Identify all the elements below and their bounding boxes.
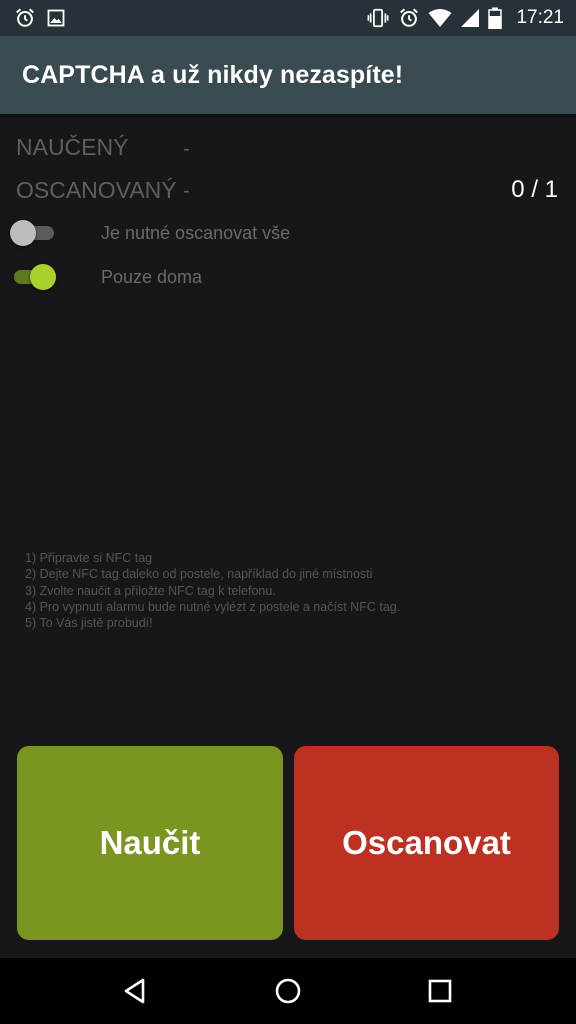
switch-thumb: [10, 220, 36, 246]
screen: 17:21 CAPTCHA a už nikdy nezaspíte! NAUČ…: [0, 0, 576, 1024]
home-icon: [275, 978, 301, 1004]
instruction-line: 5) To Vás jistě probudí!: [25, 616, 153, 631]
signal-icon: [460, 8, 480, 28]
alarm-icon: [398, 7, 420, 29]
scan-counter: 0 / 1: [511, 176, 558, 203]
switch-row-home-only[interactable]: Pouze doma: [12, 260, 552, 294]
back-button[interactable]: [106, 961, 166, 1021]
recents-icon: [428, 979, 452, 1003]
scan-all-label: Je nutné oscanovat vše: [101, 222, 291, 243]
scanned-value: -: [183, 180, 190, 202]
wifi-icon: [428, 8, 452, 28]
scan-all-switch[interactable]: [10, 220, 56, 246]
status-time: 17:21: [516, 7, 564, 28]
instruction-line: 4) Pro vypnutí alarmu bude nutné vylézt …: [25, 599, 401, 614]
status-right: 17:21: [366, 7, 564, 29]
switch-thumb: [30, 264, 56, 290]
home-button[interactable]: [258, 961, 318, 1021]
learn-button[interactable]: Naučit: [17, 746, 283, 940]
app-title: CAPTCHA a už nikdy nezaspíte!: [22, 60, 404, 89]
home-only-switch[interactable]: [12, 264, 56, 290]
scan-button[interactable]: Oscanovat: [294, 746, 559, 940]
instructions: 1) Připravte si NFC tag 2) Dejte NFC tag…: [25, 550, 555, 631]
home-only-label: Pouze doma: [101, 266, 203, 287]
nav-bar: [0, 958, 576, 1024]
learned-label: NAUČENÝ: [16, 134, 129, 160]
recents-button[interactable]: [410, 961, 470, 1021]
status-left: [14, 7, 66, 29]
image-icon: [46, 8, 66, 28]
battery-icon: [488, 7, 503, 29]
alarm-icon: [14, 7, 36, 29]
status-bar: 17:21: [0, 0, 576, 36]
instruction-line: 2) Dejte NFC tag daleko od postele, např…: [25, 567, 373, 582]
vibrate-icon: [366, 7, 390, 29]
app-bar: CAPTCHA a už nikdy nezaspíte!: [0, 36, 576, 114]
instruction-line: 1) Připravte si NFC tag: [25, 551, 153, 565]
switch-row-scan-all[interactable]: Je nutné oscanovat vše: [10, 216, 552, 250]
back-icon: [124, 978, 145, 1004]
instruction-line: 3) Zvolte naučit a přiložte NFC tag k te…: [25, 583, 276, 598]
scanned-label: OSCANOVANÝ: [16, 177, 177, 203]
learned-value: -: [183, 138, 190, 160]
